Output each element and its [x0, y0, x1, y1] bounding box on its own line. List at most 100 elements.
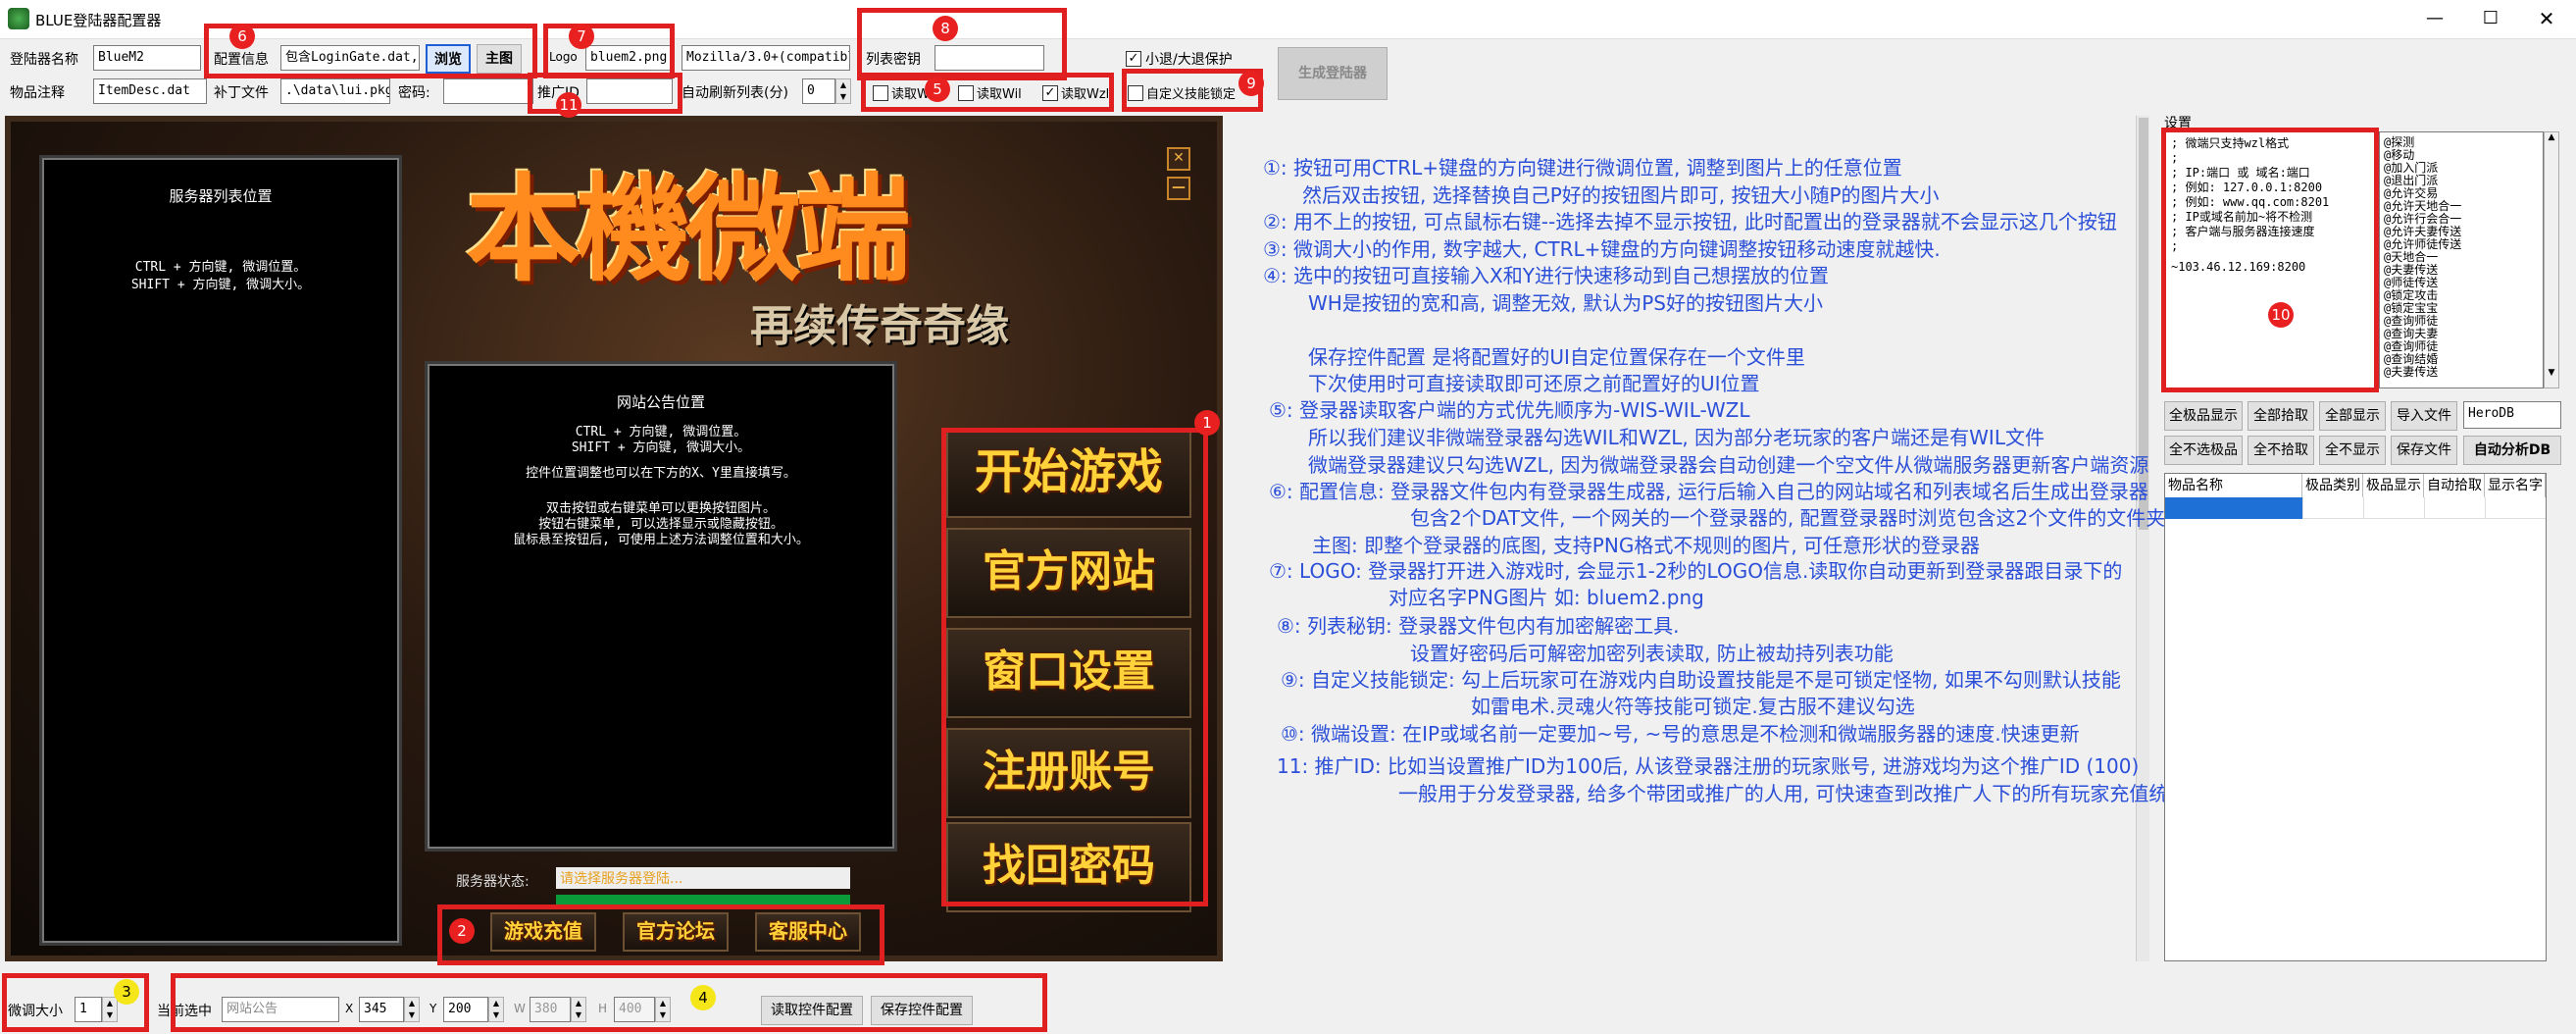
memo-line: ; IP:端口 或 域名:端口: [2171, 166, 2310, 180]
table-cell-selected[interactable]: [2165, 497, 2302, 519]
instruction-line: 下次使用时可直接读取即可还原之前配置好的UI位置: [1308, 372, 1760, 395]
current-selected-input[interactable]: 网站公告: [222, 997, 339, 1022]
table-row[interactable]: [2165, 497, 2546, 519]
config-info-label: 配置信息: [214, 52, 269, 68]
item-note-input[interactable]: ItemDesc.dat: [93, 78, 207, 104]
save-file-button[interactable]: 保存文件: [2391, 436, 2457, 465]
table-header-cell[interactable]: 自动拾取: [2424, 474, 2485, 497]
server-list-title: 服务器列表位置: [169, 187, 273, 205]
instruction-line: 所以我们建议非微端登录器勾选WIL和WZL, 因为部分老玩家的客户端还是有WIL…: [1308, 426, 2045, 449]
notice-panel[interactable]: 网站公告位置 CTRL + 方向键, 微调位置。 SHIFT + 方向键, 微调…: [425, 361, 897, 852]
main-image-button[interactable]: 主图: [477, 44, 522, 74]
read-wil-checkbox[interactable]: [958, 85, 974, 101]
import-file-button[interactable]: 导入文件: [2391, 401, 2457, 431]
none-display-button[interactable]: 全不显示: [2319, 436, 2386, 465]
service-center-button[interactable]: 客服中心: [755, 912, 861, 952]
read-wzl-checkbox[interactable]: ✓: [1042, 85, 1058, 101]
auto-refresh-input[interactable]: 0: [802, 78, 835, 104]
memo-line: ; 例如: www.qq.com:8201: [2171, 195, 2330, 209]
h-stepper[interactable]: ▲ ▼: [655, 997, 671, 1022]
badge-8: 8: [933, 16, 958, 41]
list-key-label: 列表密钥: [866, 52, 921, 68]
instructions-scrollbar[interactable]: [2136, 116, 2149, 961]
all-pick-button[interactable]: 全部拾取: [2248, 401, 2314, 431]
recover-password-button[interactable]: 找回密码: [946, 822, 1191, 912]
password-input[interactable]: [443, 78, 533, 104]
list-key-input[interactable]: [934, 45, 1044, 71]
x-label: X: [345, 1002, 354, 1015]
server-list-panel[interactable]: 服务器列表位置 CTRL + 方向键, 微调位置。 SHIFT + 方向键, 微…: [39, 155, 402, 946]
none-premium-button[interactable]: 全不选极品: [2164, 436, 2243, 465]
preview-close-icon[interactable]: ✕: [1167, 147, 1190, 171]
start-game-button[interactable]: 开始游戏: [946, 428, 1191, 518]
generate-button[interactable]: 生成登陆器: [1278, 47, 1388, 100]
memo-line: ; 例如: 127.0.0.1:8200: [2171, 181, 2323, 194]
instruction-line: ⑥: 配置信息: 登录器文件包内有登录器生成器, 运行后输入自己的网站域名和列表…: [1269, 480, 2148, 503]
instruction-line: 然后双击按钮, 选择替换自己P好的按钮图片即可, 按钮大小随P的图片大小: [1302, 183, 1940, 207]
instruction-line: 微端登录器建议只勾选WZL, 因为微端登录器会自动创建一个空文件从微端服务器更新…: [1308, 453, 2149, 477]
item-table[interactable]: 物品名称 极品类别 极品显示 自动拾取 显示名字: [2164, 473, 2547, 961]
micro-size-stepper[interactable]: ▲ ▼: [102, 997, 118, 1022]
y-stepper[interactable]: ▲ ▼: [488, 997, 504, 1022]
custom-skill-lock-checkbox[interactable]: [1128, 85, 1143, 101]
recharge-button[interactable]: 游戏充值: [490, 912, 596, 952]
launcher-name-input[interactable]: BlueM2: [93, 45, 201, 71]
auto-refresh-stepper[interactable]: ▲ ▼: [835, 78, 851, 104]
auto-analyze-db-button[interactable]: 自动分析DB: [2463, 436, 2561, 465]
preview-minimize-icon[interactable]: —: [1167, 177, 1190, 200]
config-info-input[interactable]: 包含LoginGate.dat,: [280, 45, 420, 71]
micro-size-input[interactable]: 1: [75, 997, 102, 1022]
patch-file-input[interactable]: .\data\lui.pkg: [280, 78, 390, 104]
micro-server-memo[interactable]: ; 微端只支持wzl格式 ; ; IP:端口 或 域名:端口 ; 例如: 127…: [2164, 131, 2378, 388]
read-wis-checkbox[interactable]: [873, 85, 888, 101]
list-item[interactable]: @夫妻传送: [2384, 366, 2539, 379]
y-label: Y: [429, 1002, 437, 1015]
close-icon[interactable]: ✕: [2532, 4, 2561, 33]
command-list-scrollbar[interactable]: ▲ ▼: [2544, 131, 2559, 388]
item-note-label: 物品注释: [10, 85, 65, 101]
table-cell[interactable]: [2485, 497, 2546, 519]
command-list[interactable]: @探测 @移动 @加入门派 @退出门派 @允许交易 @允许天地合一 @允许行会合…: [2379, 131, 2544, 388]
small-retreat-checkbox[interactable]: ✓: [1126, 51, 1141, 67]
none-pick-button[interactable]: 全不拾取: [2248, 436, 2314, 465]
all-premium-show-button[interactable]: 全极品显示: [2164, 401, 2243, 431]
window-settings-button[interactable]: 窗口设置: [946, 628, 1191, 718]
save-config-button[interactable]: 保存控件配置: [871, 996, 973, 1025]
instruction-line: 包含2个DAT文件, 一个网关的一个登录器的, 配置登录器时浏览包含这2个文件的…: [1410, 506, 2205, 530]
table-header-cell[interactable]: 极品类别: [2302, 474, 2363, 497]
instruction-line: 主图: 即整个登录器的底图, 支持PNG格式不规则的图片, 可任意形状的登录器: [1312, 534, 1981, 557]
x-stepper[interactable]: ▲ ▼: [404, 997, 420, 1022]
table-header-cell[interactable]: 显示名字: [2485, 474, 2546, 497]
maximize-icon[interactable]: ☐: [2476, 4, 2505, 33]
y-input[interactable]: 200: [443, 997, 488, 1022]
badge-7: 7: [569, 24, 594, 49]
w-input[interactable]: 380: [530, 997, 571, 1022]
useragent-input[interactable]: Mozilla/3.0+(compatible: [682, 45, 850, 71]
forum-button[interactable]: 官方论坛: [623, 912, 729, 952]
instruction-line: ①: 按钮可用CTRL+键盘的方向键进行微调位置, 调整到图片上的任意位置: [1263, 156, 1902, 180]
window-title: BLUE登陆器配置器: [35, 12, 162, 29]
table-cell[interactable]: [2302, 497, 2363, 519]
w-stepper[interactable]: ▲ ▼: [571, 997, 586, 1022]
auto-refresh-label: 自动刷新列表(分): [682, 85, 788, 101]
logo-input[interactable]: bluem2.png: [585, 45, 672, 71]
official-website-button[interactable]: 官方网站: [946, 528, 1191, 618]
h-input[interactable]: 400: [614, 997, 655, 1022]
x-input[interactable]: 345: [359, 997, 404, 1022]
minimize-icon[interactable]: —: [2420, 4, 2450, 33]
table-cell[interactable]: [2363, 497, 2424, 519]
table-header-cell[interactable]: 极品显示: [2363, 474, 2424, 497]
table-cell[interactable]: [2424, 497, 2485, 519]
register-account-button[interactable]: 注册账号: [946, 728, 1191, 818]
read-wzl-label: 读取Wzl: [1061, 87, 1110, 102]
load-config-button[interactable]: 读取控件配置: [761, 996, 863, 1025]
badge-5: 5: [925, 77, 950, 102]
title-bar: BLUE登陆器配置器 — ☐ ✕: [0, 0, 2576, 39]
badge-2: 2: [449, 918, 475, 944]
browse-button[interactable]: 浏览: [426, 44, 471, 74]
table-header-cell[interactable]: 物品名称: [2165, 474, 2302, 497]
db-name-input[interactable]: HeroDB: [2463, 401, 2561, 429]
all-display-button[interactable]: 全部显示: [2319, 401, 2386, 431]
instruction-line: ④: 选中的按钮可直接输入X和Y进行快速移动到自己想摆放的位置: [1263, 264, 1829, 287]
promo-id-input[interactable]: [586, 78, 673, 104]
